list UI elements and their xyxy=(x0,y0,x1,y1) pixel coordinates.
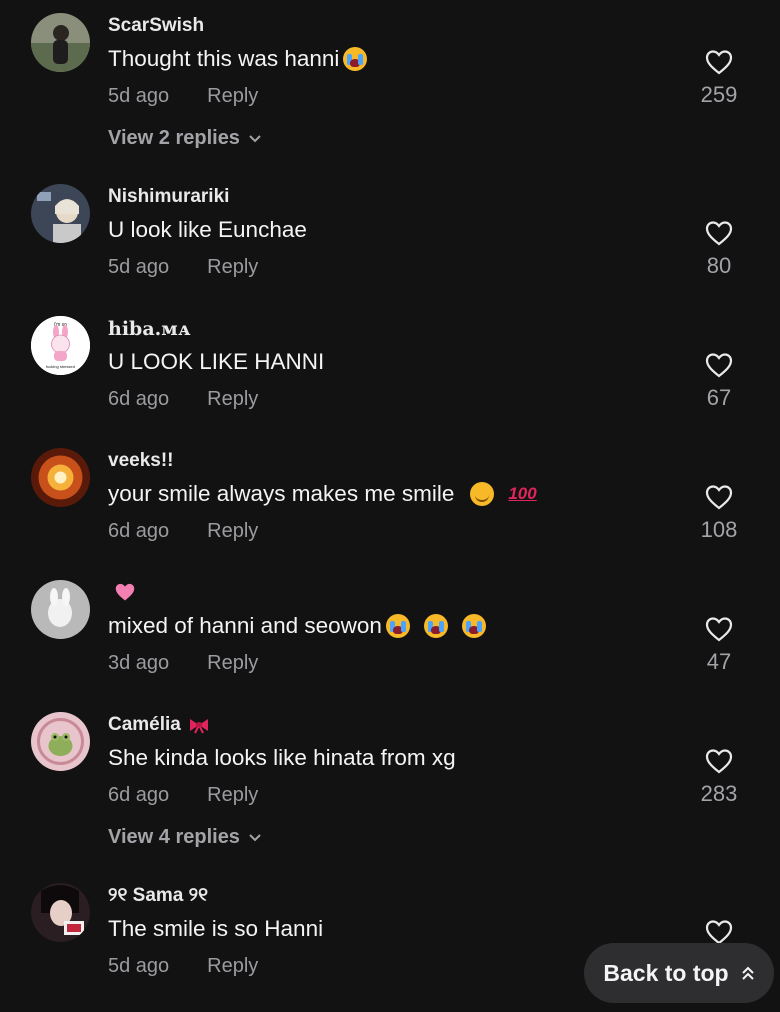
comment-text: mixed of hanni and seowon xyxy=(108,613,486,639)
chevron-down-icon xyxy=(249,833,261,841)
comment-text: U look like Eunchae xyxy=(108,217,307,242)
avatar[interactable] xyxy=(31,712,90,771)
reply-button[interactable]: Reply xyxy=(207,520,258,542)
username[interactable]: veeks!! xyxy=(108,450,174,472)
comment-meta: 5d ago Reply xyxy=(108,955,258,978)
username[interactable]: Nishimurariki xyxy=(108,186,229,208)
avatar[interactable]: i'm so fucking stressed xyxy=(31,316,90,375)
comment-meta: 6d ago Reply xyxy=(108,388,258,411)
comment-meta: 6d ago Reply xyxy=(108,520,258,543)
username[interactable]: 𝐡𝐢𝐛𝐚.ᴍᴀ xyxy=(108,318,190,340)
comment-meta: 5d ago Reply xyxy=(108,85,258,108)
like-count: 47 xyxy=(706,649,732,674)
like-button[interactable]: 259 xyxy=(690,49,748,108)
reply-button[interactable]: Reply xyxy=(207,955,258,977)
loudly-crying-emoji-icon xyxy=(385,614,410,638)
timestamp: 5d ago xyxy=(108,955,170,977)
timestamp: 6d ago xyxy=(108,388,170,410)
avatar-caption-bottom: fucking stressed xyxy=(46,364,75,369)
like-count: 108 xyxy=(700,517,738,542)
comment-text: your smile always makes me smile 100 xyxy=(108,481,537,506)
like-count: 259 xyxy=(700,82,738,107)
reply-button[interactable]: Reply xyxy=(207,652,258,674)
heart-outline-icon xyxy=(705,485,733,510)
loudly-crying-emoji-icon xyxy=(423,614,448,638)
view-replies-button[interactable]: View 4 replies xyxy=(108,826,262,849)
avatar[interactable] xyxy=(31,184,90,243)
comment-text: She kinda looks like hinata from xg xyxy=(108,745,456,770)
like-count: 67 xyxy=(706,385,732,410)
heart-outline-icon xyxy=(705,920,733,945)
timestamp: 6d ago xyxy=(108,520,170,542)
ribbon-bow-icon xyxy=(189,719,208,734)
reply-button[interactable]: Reply xyxy=(207,85,258,107)
double-chevron-up-icon xyxy=(741,966,754,980)
heart-outline-icon xyxy=(705,50,733,75)
smiling-emoji-icon xyxy=(470,482,495,506)
like-button[interactable]: 283 xyxy=(690,748,748,807)
comment-meta: 3d ago Reply xyxy=(108,652,258,675)
username[interactable]: ୨୧ Sama ୨୧ xyxy=(108,885,208,907)
comment-text: U LOOK LIKE HANNI xyxy=(108,349,325,374)
reply-button[interactable]: Reply xyxy=(207,256,258,278)
heart-outline-icon xyxy=(705,221,733,246)
chevron-down-icon xyxy=(249,134,261,142)
username[interactable] xyxy=(108,582,136,602)
avatar[interactable] xyxy=(31,883,90,942)
loudly-crying-emoji-icon xyxy=(343,47,368,71)
view-replies-button[interactable]: View 2 replies xyxy=(108,127,262,150)
loudly-crying-emoji-icon xyxy=(461,614,486,638)
comment-text: Thought this was hanni xyxy=(108,46,368,72)
timestamp: 5d ago xyxy=(108,85,170,107)
hundred-points-emoji-icon: 100 xyxy=(508,484,537,503)
avatar[interactable] xyxy=(31,13,90,72)
reply-button[interactable]: Reply xyxy=(207,388,258,410)
avatar[interactable] xyxy=(31,580,90,639)
heart-outline-icon xyxy=(705,353,733,378)
reply-button[interactable]: Reply xyxy=(207,784,258,806)
heart-outline-icon xyxy=(705,749,733,774)
username[interactable]: ScarSwish xyxy=(108,15,204,37)
like-button[interactable]: 67 xyxy=(690,352,748,411)
like-button[interactable]: 80 xyxy=(690,220,748,279)
back-to-top-label: Back to top xyxy=(603,959,729,986)
heart-outline-icon xyxy=(705,617,733,642)
comment-text: The smile is so Hanni xyxy=(108,916,324,941)
like-count: 283 xyxy=(700,781,738,806)
username[interactable]: Camélia xyxy=(108,714,211,736)
timestamp: 6d ago xyxy=(108,784,170,806)
comment-meta: 6d ago Reply xyxy=(108,784,258,807)
pink-heart-icon xyxy=(115,583,135,601)
back-to-top-button[interactable]: Back to top xyxy=(584,943,774,1003)
like-button[interactable]: 108 xyxy=(690,484,748,543)
like-button[interactable]: 47 xyxy=(690,616,748,675)
timestamp: 5d ago xyxy=(108,256,170,278)
timestamp: 3d ago xyxy=(108,652,170,674)
avatar[interactable] xyxy=(31,448,90,507)
like-count: 80 xyxy=(706,253,732,278)
comment-meta: 5d ago Reply xyxy=(108,256,258,279)
